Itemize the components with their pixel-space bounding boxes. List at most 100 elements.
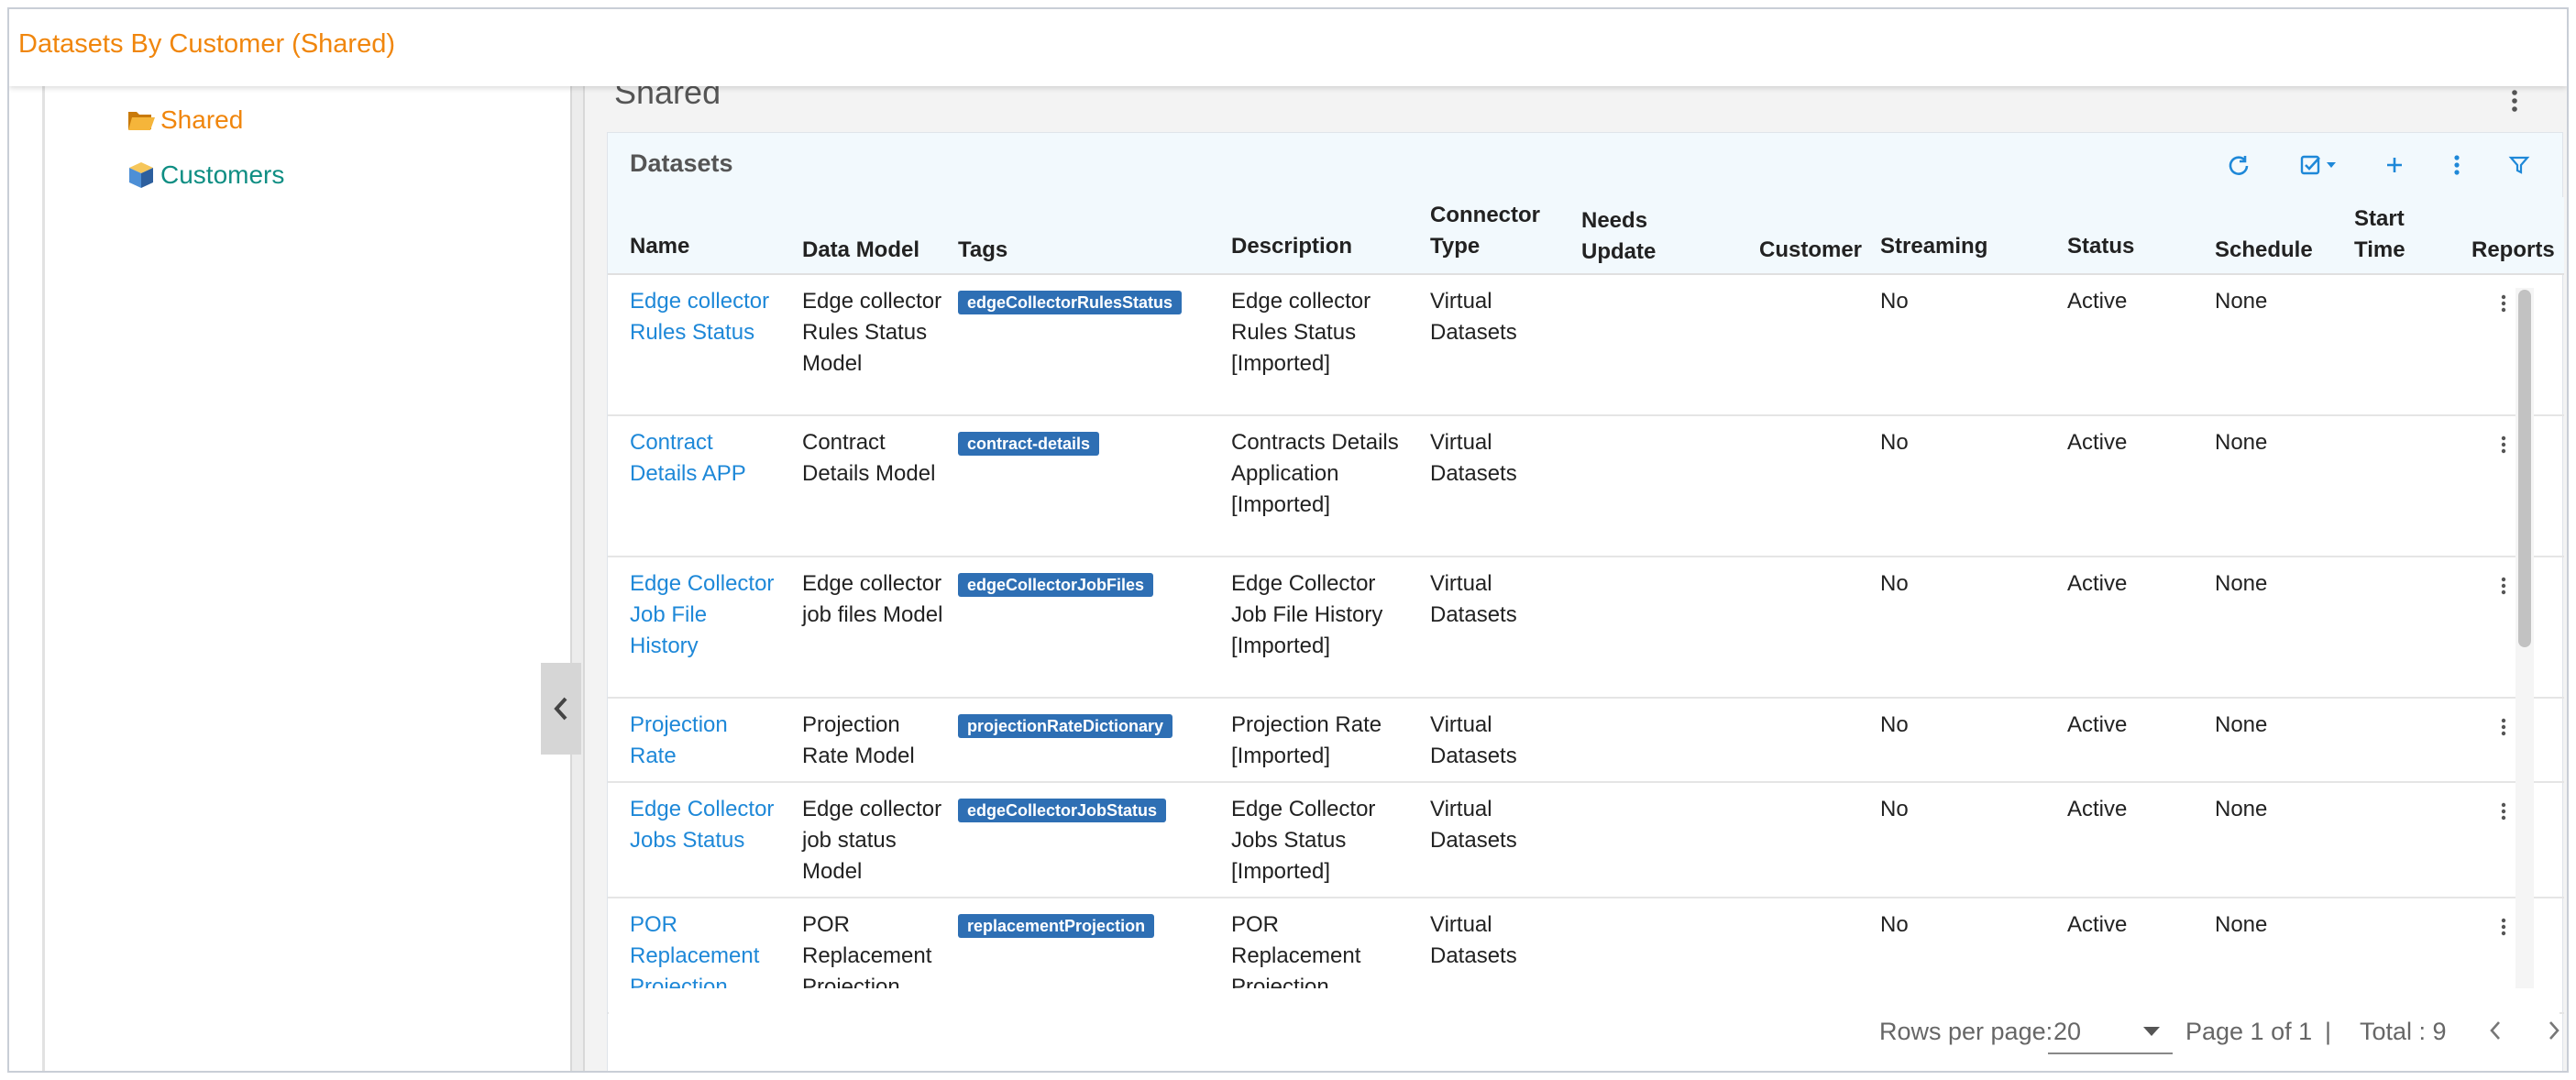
row-more-button[interactable] <box>2490 572 2517 600</box>
refresh-button[interactable] <box>2223 149 2254 181</box>
row-more-button[interactable] <box>2490 713 2517 741</box>
dataset-name-link[interactable]: Contract Details APP <box>630 430 746 486</box>
column-header-tags[interactable]: Tags <box>952 197 1209 275</box>
caret-down-icon <box>2143 1027 2160 1036</box>
card-title: Datasets <box>630 149 733 177</box>
table-row[interactable]: Edge Collector Jobs Status Edge collector… <box>608 782 2564 898</box>
cell-reports <box>2464 782 2564 898</box>
cell-start-time <box>2332 698 2464 783</box>
cell-needs-update <box>1559 557 1713 699</box>
dataset-name-link[interactable]: Edge collector Rules Status <box>630 289 769 345</box>
dataset-name-link[interactable]: Edge Collector Job File History <box>630 571 774 658</box>
column-header-data-model[interactable]: Data Model <box>780 197 952 275</box>
cell-customer <box>1713 557 1858 699</box>
cube-icon <box>126 160 157 191</box>
panel-splitter[interactable] <box>570 86 585 1071</box>
cell-name: Edge Collector Job File History <box>608 557 780 699</box>
cell-streaming: No <box>1858 415 2045 557</box>
row-more-button[interactable] <box>2490 798 2517 825</box>
column-header-customer[interactable]: Customer <box>1713 197 1862 275</box>
cell-start-time <box>2332 557 2464 699</box>
tree-item-shared[interactable]: Shared <box>126 105 243 136</box>
rows-per-page-select[interactable]: 20 <box>2048 1008 2173 1054</box>
column-header-name[interactable]: Name <box>608 197 780 275</box>
app-window: Datasets By Customer (Shared) Shared Cus… <box>7 7 2569 1073</box>
cell-description: Edge Collector Jobs Status [Imported] <box>1209 782 1408 898</box>
row-more-button[interactable] <box>2490 913 2517 941</box>
cell-tags: edgeCollectorJobFiles <box>952 557 1209 699</box>
add-dataset-button[interactable] <box>2379 149 2410 181</box>
section-more-button[interactable] <box>2501 84 2528 117</box>
column-header-needs-update[interactable]: Needs Update <box>1559 197 1713 275</box>
cell-name: Projection Rate <box>608 698 780 783</box>
cell-customer <box>1713 698 1858 783</box>
next-page-button[interactable] <box>2537 1014 2567 1047</box>
refresh-icon <box>2229 156 2249 175</box>
datasets-table: Name Data Model Tags Description Connect… <box>608 197 2564 1014</box>
more-vert-icon <box>2501 718 2506 736</box>
column-header-connector-type[interactable]: Connector Type <box>1408 197 1559 275</box>
cell-description: Projection Rate [Imported] <box>1209 698 1408 783</box>
table-row[interactable]: Projection Rate Projection Rate Model proj… <box>608 698 2564 783</box>
cell-data-model: Edge collector job status Model <box>780 782 952 898</box>
cell-status: Active <box>2045 698 2193 783</box>
page-info: Page 1 of 1 <box>2185 1018 2313 1045</box>
more-vert-icon <box>2501 577 2506 595</box>
row-more-button[interactable] <box>2490 431 2517 458</box>
tag-chip[interactable]: replacementProjection <box>958 914 1155 938</box>
more-vert-icon <box>2454 155 2460 175</box>
column-header-status[interactable]: Status <box>2045 197 2193 275</box>
tag-chip[interactable]: edgeCollectorJobFiles <box>958 573 1154 597</box>
cell-start-time <box>2332 782 2464 898</box>
dataset-name-link[interactable]: POR Replacement Projection <box>630 912 759 999</box>
tree-item-customers[interactable]: Customers <box>126 160 284 191</box>
column-header-description[interactable]: Description <box>1209 197 1408 275</box>
cell-name: Contract Details APP <box>608 415 780 557</box>
cell-streaming: No <box>1858 274 2045 416</box>
dataset-name-link[interactable]: Edge Collector Jobs Status <box>630 797 774 853</box>
chevron-left-icon <box>2490 1021 2500 1040</box>
pagination-bar: Rows per page: 20 Page 1 of 1 | Total : … <box>609 988 2559 1071</box>
cell-reports <box>2464 698 2564 783</box>
tag-chip[interactable]: contract-details <box>958 432 1100 456</box>
rows-per-page-label: Rows per page: <box>1879 1018 2053 1045</box>
sidebar-tree: Shared Customers <box>42 86 574 1071</box>
chevron-left-icon <box>554 697 567 721</box>
tag-chip[interactable]: edgeCollectorJobStatus <box>958 799 1167 822</box>
plus-icon <box>2387 158 2402 172</box>
table-row[interactable]: Contract Details APP Contract Details Mod… <box>608 415 2564 557</box>
cell-data-model: Edge collector Rules Status Model <box>780 274 952 416</box>
column-header-start-time[interactable]: Start Time <box>2332 197 2464 275</box>
column-header-schedule[interactable]: Schedule <box>2193 197 2332 275</box>
tag-chip[interactable]: projectionRateDictionary <box>958 714 1173 738</box>
column-header-reports[interactable]: Reports <box>2464 197 2564 275</box>
cell-streaming: No <box>1858 782 2045 898</box>
column-header-streaming[interactable]: Streaming <box>1858 197 2045 275</box>
dataset-name-link[interactable]: Projection Rate <box>630 712 728 768</box>
main-panel: Shared Datasets Name Data Model Tags Des… <box>585 73 2567 1071</box>
filter-icon <box>2508 156 2530 174</box>
table-scrollbar-thumb[interactable] <box>2518 290 2531 647</box>
table-header-row: Name Data Model Tags Description Connect… <box>608 197 2564 275</box>
bulk-actions-button[interactable] <box>2293 149 2344 181</box>
datasets-card: Datasets Name Data Model Tags Descriptio… <box>607 132 2564 1071</box>
cell-schedule: None <box>2193 698 2332 783</box>
previous-page-button[interactable] <box>2479 1014 2512 1047</box>
cell-customer <box>1713 415 1858 557</box>
total-count: Total : 9 <box>2360 1018 2447 1045</box>
table-row[interactable]: Edge collector Rules Status Edge collecto… <box>608 274 2564 416</box>
tag-chip[interactable]: edgeCollectorRulesStatus <box>958 291 1183 314</box>
collapse-panel-button[interactable] <box>541 663 581 755</box>
cell-status: Active <box>2045 274 2193 416</box>
filter-button[interactable] <box>2504 149 2535 181</box>
more-vert-icon <box>2501 294 2506 313</box>
cell-schedule: None <box>2193 415 2332 557</box>
cell-connector-type: Virtual Datasets <box>1408 557 1559 699</box>
caret-down-icon <box>2327 162 2336 168</box>
cell-schedule: None <box>2193 274 2332 416</box>
table-row[interactable]: Edge Collector Job File History Edge coll… <box>608 557 2564 699</box>
cell-reports <box>2464 274 2564 416</box>
tree-item-label: Shared <box>160 105 244 134</box>
row-more-button[interactable] <box>2490 290 2517 317</box>
card-more-button[interactable] <box>2441 149 2472 181</box>
